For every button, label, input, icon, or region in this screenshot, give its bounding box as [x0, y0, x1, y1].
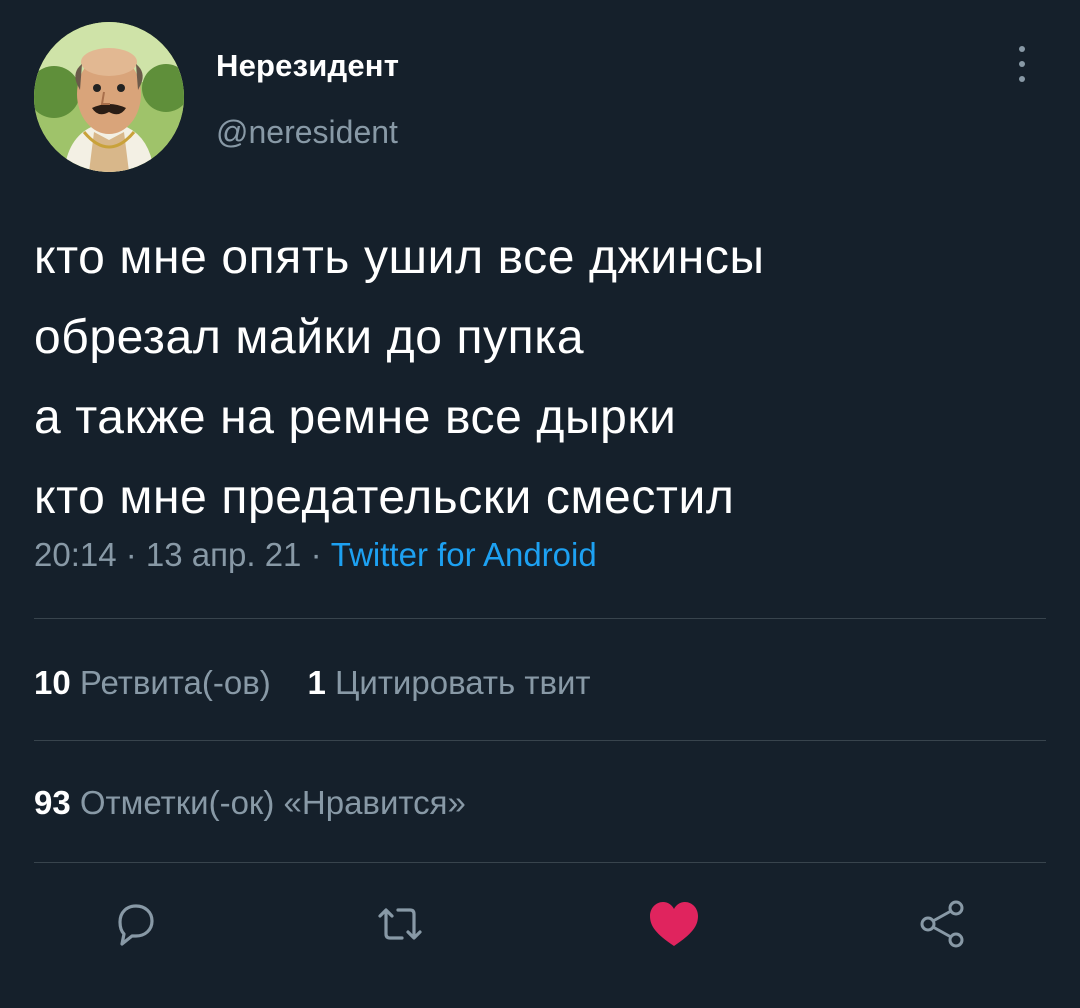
tweet-time[interactable]: 20:14 — [34, 536, 117, 573]
divider — [34, 862, 1046, 863]
reply-icon — [118, 904, 154, 946]
tweet-text: кто мне опять ушил все джинсы обрезал ма… — [34, 218, 1044, 538]
tweet-line: кто мне опять ушил все джинсы — [34, 231, 765, 284]
retweets-count: 10 — [34, 664, 71, 701]
meta-separator: · — [116, 536, 146, 573]
quotes-label: Цитировать твит — [334, 664, 591, 701]
tweet-line: кто мне предательски сместил — [34, 471, 735, 524]
avatar[interactable] — [34, 22, 184, 172]
divider — [34, 618, 1046, 619]
retweets-stat[interactable]: 10 Ретвита(-ов) — [34, 664, 271, 701]
tweet-header: Нерезидент @neresident — [34, 22, 1046, 172]
display-name[interactable]: Нерезидент — [216, 48, 399, 84]
tweet-line: обрезал майки до пупка — [34, 311, 585, 364]
tweet-date[interactable]: 13 апр. 21 — [146, 536, 302, 573]
heart-icon — [650, 902, 698, 946]
tweet-actions — [34, 886, 1046, 966]
quotes-stat[interactable]: 1 Цитировать твит — [307, 664, 590, 701]
tweet-source-link[interactable]: Twitter for Android — [331, 536, 597, 573]
retweet-stats: 10 Ретвита(-ов) 1 Цитировать твит — [34, 664, 591, 702]
likes-stats: 93 Отметки(-ок) «Нравится» — [34, 784, 466, 822]
share-icon — [920, 900, 964, 948]
retweets-label: Ретвита(-ов) — [79, 664, 271, 701]
likes-count: 93 — [34, 784, 71, 821]
tweet-meta: 20:14 · 13 апр. 21 · Twitter for Android — [34, 536, 597, 574]
likes-label: Отметки(-ок) «Нравится» — [79, 784, 466, 821]
user-handle[interactable]: @neresident — [216, 114, 398, 151]
meta-separator: · — [301, 536, 331, 573]
share-button[interactable] — [914, 896, 970, 952]
more-options-icon[interactable] — [1012, 44, 1032, 84]
tweet-line: а также на ремне все дырки — [34, 391, 677, 444]
like-button[interactable] — [646, 896, 702, 952]
avatar-image — [34, 22, 184, 172]
retweet-button[interactable] — [372, 896, 428, 952]
divider — [34, 740, 1046, 741]
reply-button[interactable] — [108, 896, 164, 952]
retweet-icon — [378, 908, 422, 940]
likes-stat[interactable]: 93 Отметки(-ок) «Нравится» — [34, 784, 466, 821]
quotes-count: 1 — [307, 664, 326, 701]
